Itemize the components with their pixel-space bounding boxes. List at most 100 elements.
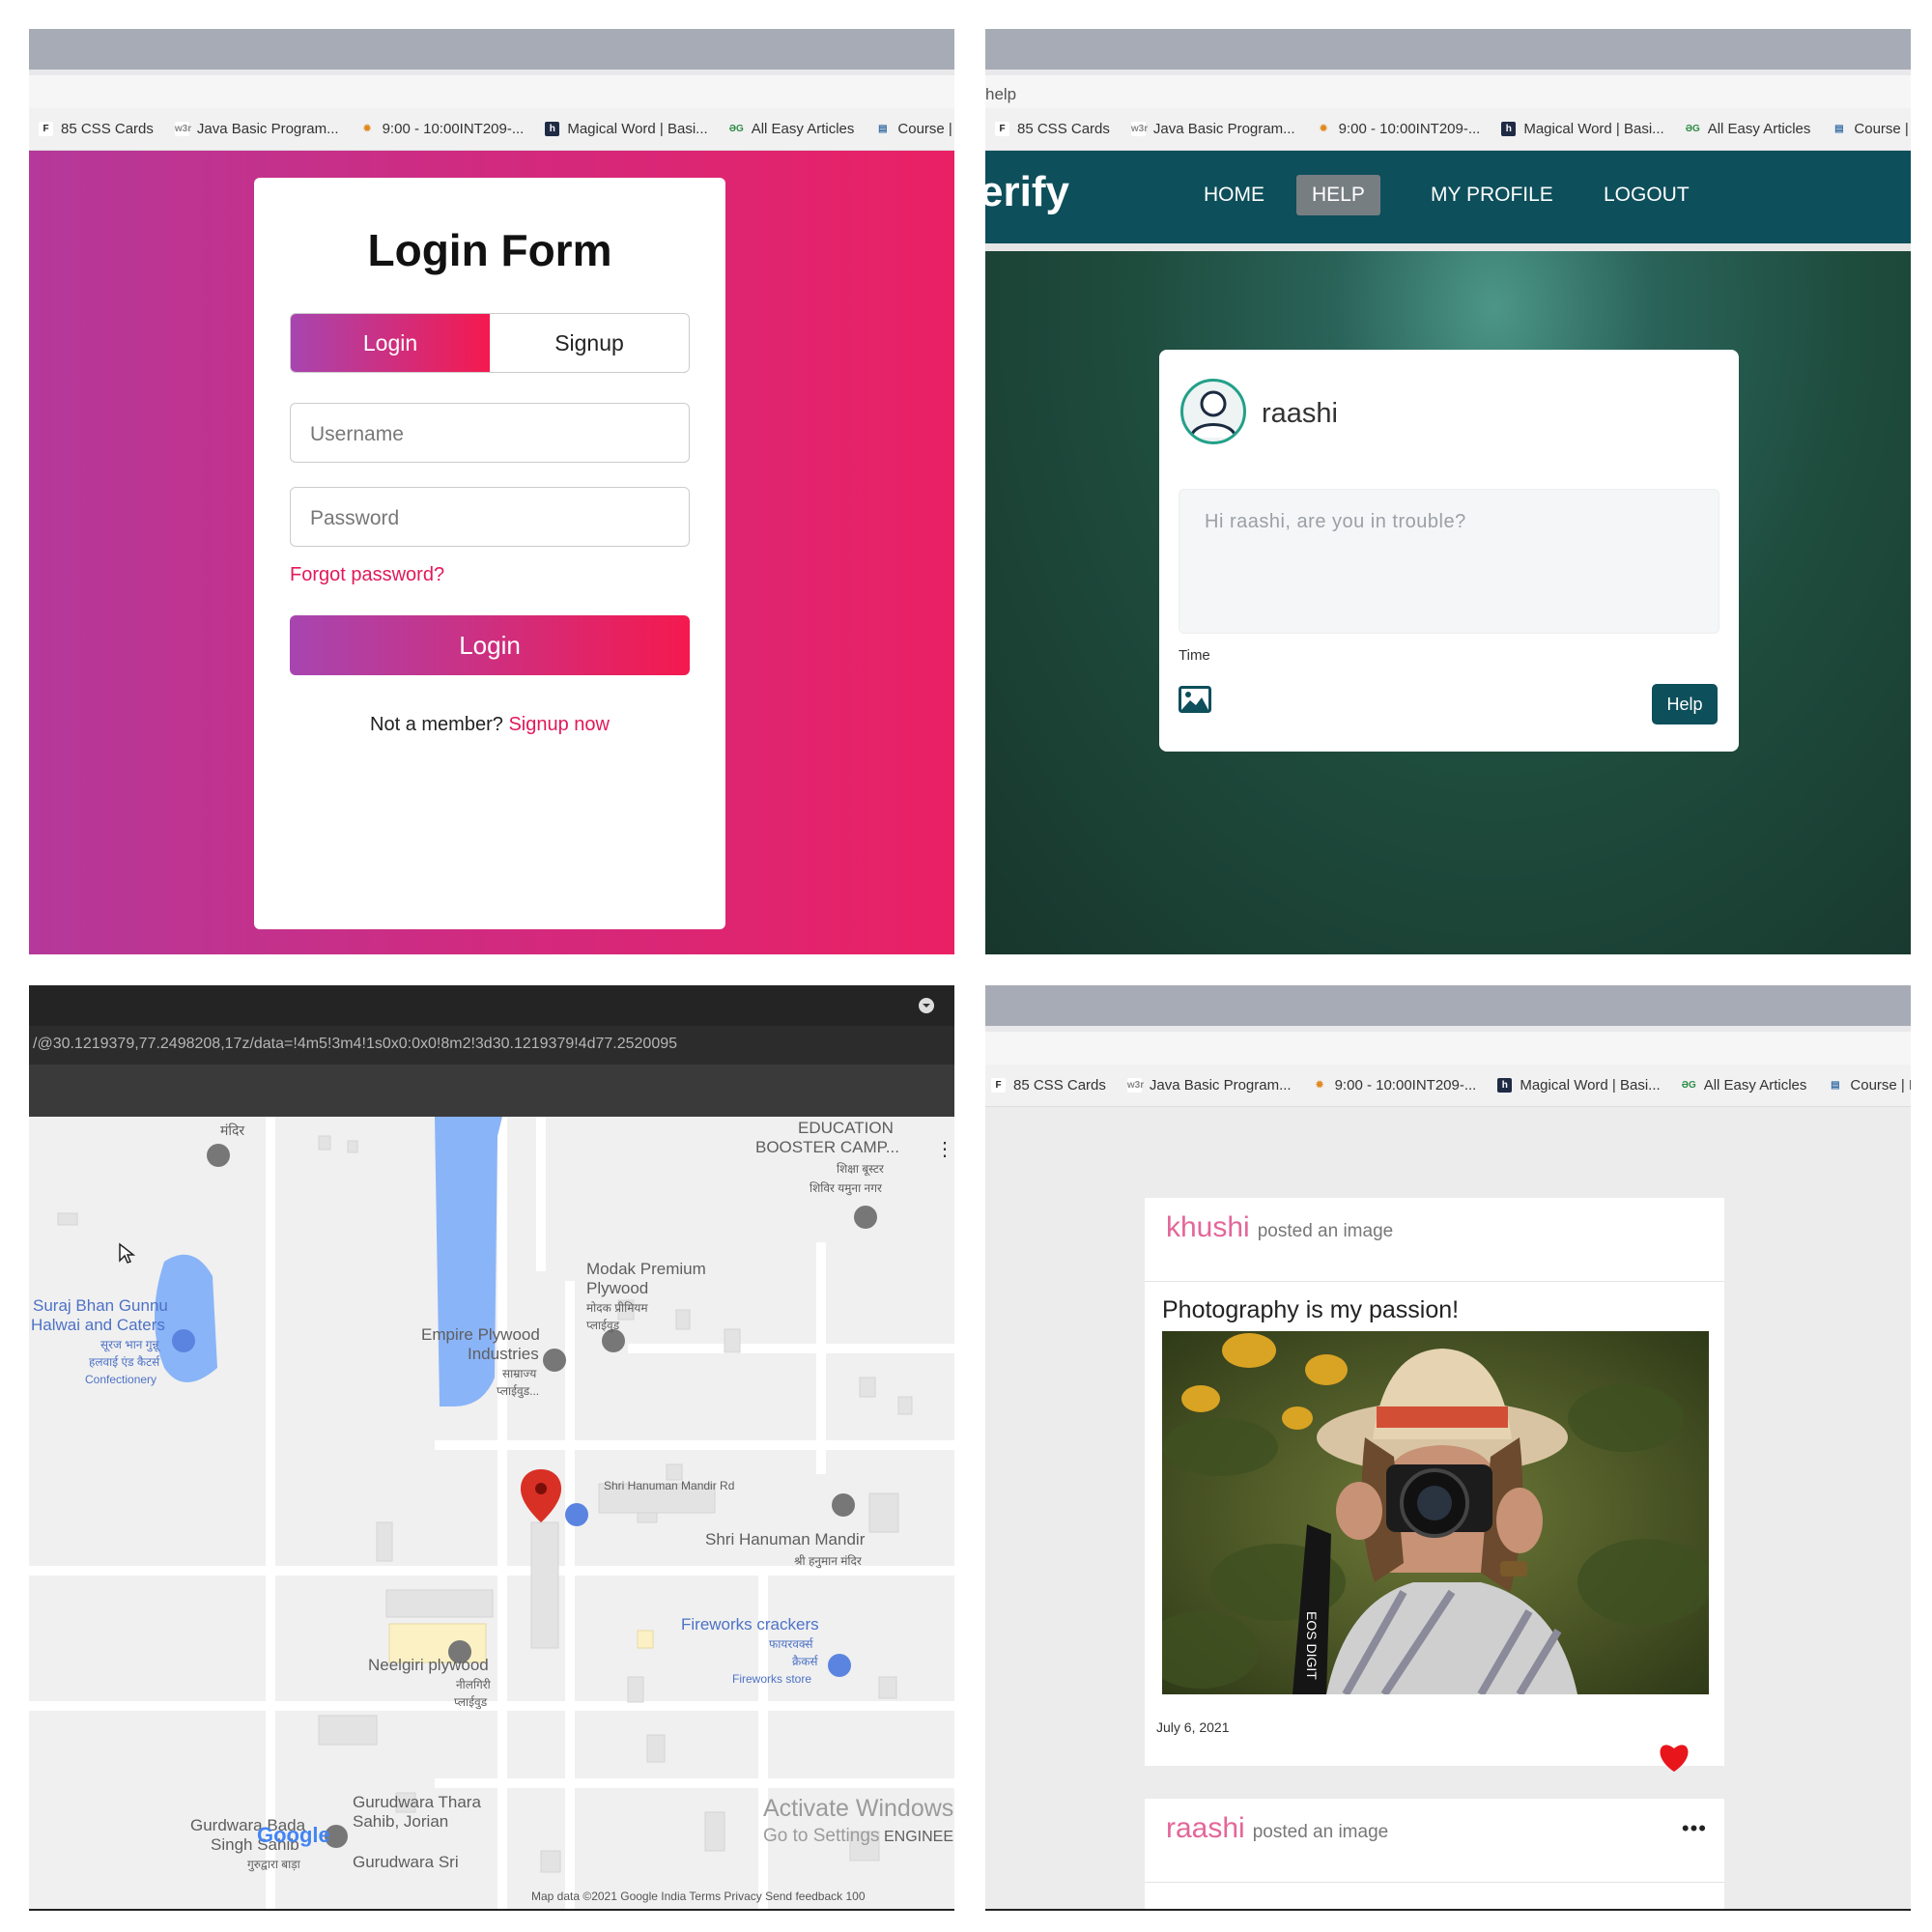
bookmark-label: Course | M [1854, 121, 1911, 137]
username-label: raashi [1262, 398, 1338, 429]
map-label: Fireworks crackers [681, 1615, 819, 1634]
more-vertical-icon[interactable]: ⋮ [935, 1140, 954, 1159]
bookmark-label: 9:00 - 10:00INT209-... [1334, 1077, 1477, 1094]
post-photo: EOS DIGIT [1162, 1331, 1709, 1694]
bookmark-item[interactable]: F 85 CSS Cards [991, 1077, 1106, 1094]
map-label: साम्राज्य [502, 1367, 537, 1380]
gfg-icon: ƏG [1685, 124, 1700, 134]
bookmark-label: 9:00 - 10:00INT209-... [1338, 121, 1481, 137]
bookmark-label: Java Basic Program... [196, 121, 339, 137]
bookmark-item[interactable]: F 85 CSS Cards [39, 121, 154, 137]
sun-icon: ✹ [362, 124, 372, 134]
help-button[interactable]: Help [1652, 684, 1718, 724]
dropdown-icon[interactable] [918, 997, 935, 1014]
bookmark-item[interactable]: h Magical Word | Basi... [545, 121, 708, 137]
nav-divider [985, 243, 1911, 251]
address-bar[interactable] [985, 1026, 1911, 1065]
bookmark-item[interactable]: ✹ 9:00 - 10:00INT209-... [360, 121, 525, 137]
w3r-icon: w3r [1130, 122, 1149, 136]
nav-logout[interactable]: LOGOUT [1588, 175, 1705, 215]
not-member-text: Not a member? [370, 714, 503, 735]
bookmarks-bar: F 85 CSS Cards w3r Java Basic Program... ✹ 9:… [29, 108, 954, 151]
nav-my-profile[interactable]: MY PROFILE [1415, 175, 1569, 215]
divider [1145, 1882, 1724, 1883]
book-icon: ▤ [878, 124, 888, 134]
map-label: श्री हनुमान मंदिर [794, 1554, 862, 1568]
bookmark-item[interactable]: F 85 CSS Cards [995, 121, 1110, 137]
bookmark-item[interactable]: h Magical Word | Basi... [1501, 121, 1664, 137]
dark-title-bar [29, 985, 954, 1026]
bookmark-item[interactable]: ▤ Course | M [1828, 1077, 1911, 1094]
signup-now-link[interactable]: Signup now [508, 714, 610, 735]
bookmark-label: 85 CSS Cards [1017, 121, 1110, 137]
bookmark-item[interactable]: w3r Java Basic Program... [174, 121, 339, 137]
navbar: erify HOME HELP MY PROFILE LOGOUT [985, 151, 1911, 243]
login-panel: F 85 CSS Cards w3r Java Basic Program... ✹ 9:… [29, 29, 954, 954]
username-input[interactable]: Username [290, 403, 690, 463]
map-label: शिक्षा बूस्टर [837, 1162, 884, 1176]
w3r-icon: w3r [1126, 1078, 1145, 1093]
bookmark-item[interactable]: h Magical Word | Basi... [1497, 1077, 1661, 1094]
bookmark-item[interactable]: ▤ Course | M [875, 121, 954, 137]
bookmark-label: Course | M [897, 121, 954, 137]
map-view[interactable]: मंदिर EDUCATION BOOSTER CAMP... शिक्षा ब… [29, 1117, 954, 1911]
heart-like-icon[interactable] [1657, 1741, 1691, 1774]
bookmark-label: All Easy Articles [751, 121, 855, 137]
map-label: शिविर यमुना नगर [810, 1181, 882, 1195]
bookmark-item[interactable]: ƏG All Easy Articles [729, 121, 855, 137]
activate-windows-hint: Go to Settings [763, 1826, 880, 1846]
post-caption: Photography is my passion! [1162, 1296, 1460, 1323]
bookmark-label: Magical Word | Basi... [1520, 1077, 1661, 1094]
map-panel: /@30.1219379,77.2498208,17z/data=!4m5!3m… [29, 985, 954, 1911]
brand-logo[interactable]: erify [985, 168, 1069, 216]
map-label: प्लाईवुड [586, 1319, 620, 1332]
bookmark-label: 9:00 - 10:00INT209-... [382, 121, 525, 137]
forgot-password-link[interactable]: Forgot password? [290, 564, 444, 586]
bookmark-item[interactable]: ✹ 9:00 - 10:00INT209-... [1317, 121, 1481, 137]
map-label: Gurudwara Thara [353, 1793, 481, 1811]
bookmark-label: Course | M [1850, 1077, 1911, 1094]
bookmark-item[interactable]: w3r Java Basic Program... [1130, 121, 1295, 137]
bookmark-label: Java Basic Program... [1152, 121, 1295, 137]
post-username[interactable]: raashi [1166, 1812, 1245, 1844]
map-label: Sahib, Jorian [353, 1812, 449, 1831]
camera-strap-text: EOS DIGIT [1304, 1611, 1320, 1680]
post-username[interactable]: khushi [1166, 1211, 1250, 1243]
red-location-pin[interactable] [520, 1469, 562, 1522]
map-streets [29, 1117, 954, 1911]
bookmark-item[interactable]: ƏG All Easy Articles [1682, 1077, 1807, 1094]
book-icon: ▤ [1831, 1080, 1840, 1091]
browser-title-bar [29, 29, 954, 70]
nav-help[interactable]: HELP [1296, 175, 1380, 215]
login-button[interactable]: Login [290, 615, 690, 675]
bookmark-item[interactable]: w3r Java Basic Program... [1126, 1077, 1292, 1094]
image-upload-icon[interactable] [1179, 686, 1211, 713]
post-card: khushi posted an image Photography is my … [1145, 1198, 1724, 1772]
bookmark-label: Magical Word | Basi... [567, 121, 708, 137]
sun-icon: ✹ [1319, 124, 1328, 134]
more-options-icon[interactable]: ••• [1682, 1816, 1707, 1841]
password-input[interactable]: Password [290, 487, 690, 547]
tab-signup[interactable]: Signup [490, 314, 689, 372]
login-title: Login Form [367, 225, 612, 275]
map-label: ENGINEEI [884, 1829, 954, 1845]
user-avatar-icon [1180, 379, 1246, 444]
bookmark-label: 85 CSS Cards [61, 121, 154, 137]
time-label: Time [1179, 647, 1210, 664]
map-label: हलवाई एंड कैटर्स [89, 1355, 160, 1369]
google-logo: Google [257, 1823, 330, 1847]
feed-panel: F 85 CSS Cards w3r Java Basic Program... ✹ 9:… [985, 985, 1911, 1911]
nav-home[interactable]: HOME [1188, 175, 1280, 215]
bookmark-item[interactable]: ƏG All Easy Articles [1686, 121, 1811, 137]
tab-login[interactable]: Login [291, 314, 490, 372]
bookmark-item[interactable]: ▤ Course | M [1832, 121, 1911, 137]
address-bar[interactable]: help [985, 70, 1911, 108]
bookmark-item[interactable]: ✹ 9:00 - 10:00INT209-... [1313, 1077, 1477, 1094]
map-label: Empire Plywood [421, 1325, 540, 1344]
map-footer[interactable]: Map data ©2021 Google India Terms Privac… [531, 1889, 866, 1903]
f-icon: F [39, 122, 53, 136]
map-url-bar[interactable]: /@30.1219379,77.2498208,17z/data=!4m5!3m… [29, 1026, 954, 1065]
address-bar[interactable] [29, 70, 954, 108]
help-message-textarea[interactable]: Hi raashi, are you in trouble? [1179, 489, 1719, 634]
map-label: प्लाईवुड [454, 1695, 488, 1709]
